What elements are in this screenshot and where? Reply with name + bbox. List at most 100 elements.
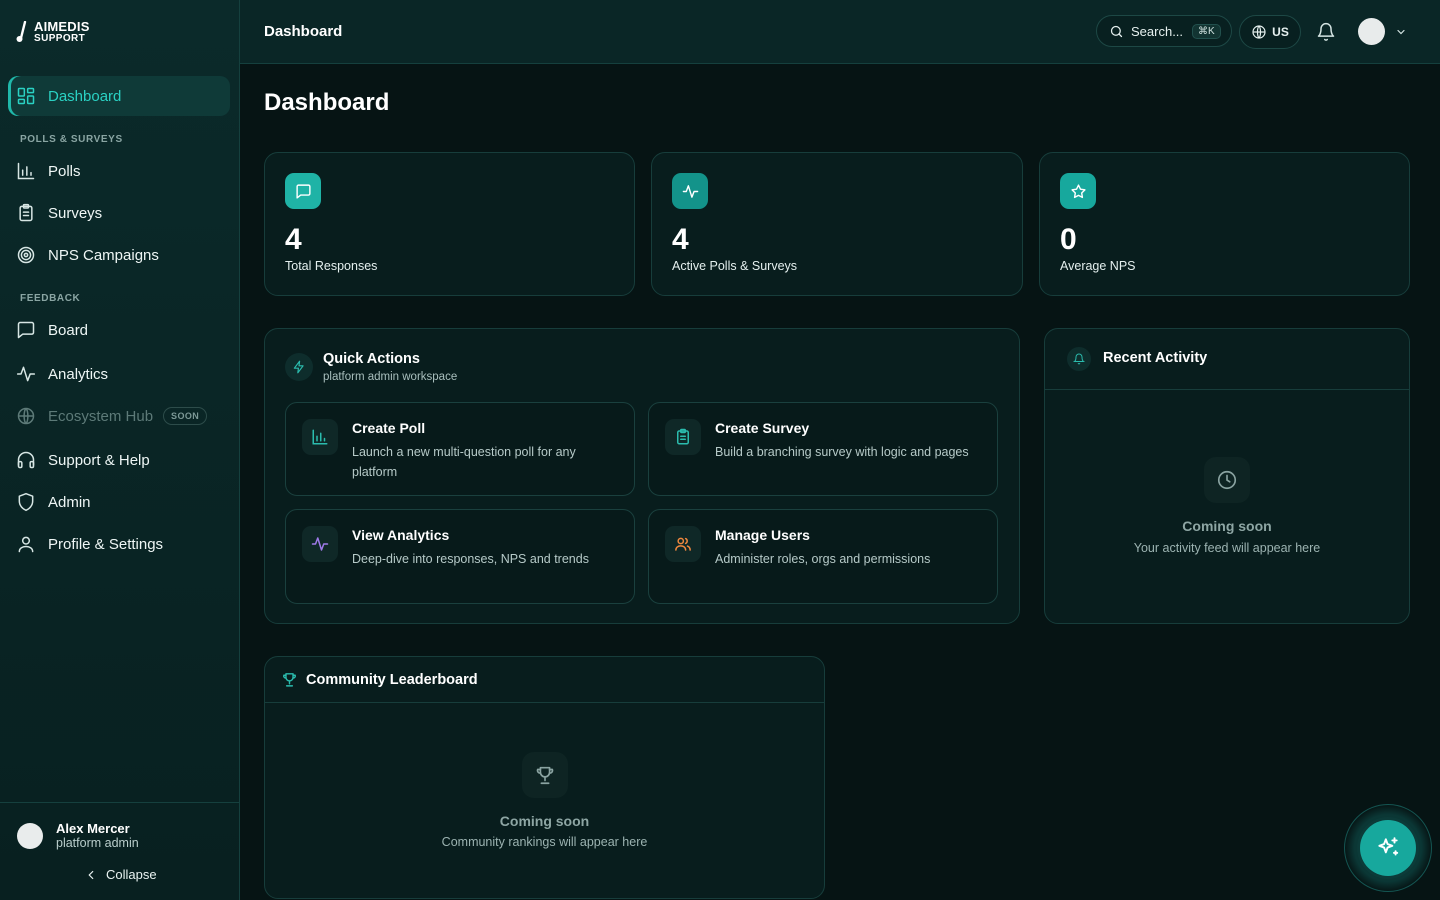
globe-icon [1252, 25, 1266, 39]
zap-icon [293, 360, 304, 374]
trophy-icon [283, 673, 296, 687]
stat-label: Active Polls & Surveys [672, 259, 798, 273]
create-poll-button[interactable]: Create Poll Launch a new multi-question … [285, 402, 635, 496]
quick-actions-title: Quick Actions [323, 351, 420, 367]
action-icon-box [302, 526, 338, 562]
stat-icon-box [285, 173, 321, 209]
empty-state-icon-box [1204, 457, 1250, 503]
language-selector[interactable]: US [1239, 15, 1301, 49]
sidebar-item-label: Polls [48, 162, 81, 180]
sidebar-item-ecosystem-hub[interactable]: Ecosystem Hub SOON [8, 396, 230, 436]
nav-section-polls: POLLS & SURVEYS [20, 134, 123, 145]
soon-badge: SOON [163, 407, 208, 425]
brand-name: AIMEDIS [34, 19, 90, 34]
stat-label: Average NPS [1060, 259, 1136, 273]
action-title: Create Survey [715, 420, 810, 436]
bar-chart-icon [312, 429, 328, 445]
stat-label: Total Responses [285, 259, 378, 273]
search-label: Search... [1131, 23, 1184, 39]
action-title: Create Poll [352, 420, 426, 436]
message-square-icon [295, 183, 311, 199]
view-analytics-button[interactable]: View Analytics Deep-dive into responses,… [285, 509, 635, 604]
action-icon-box [302, 419, 338, 455]
sidebar-item-profile-settings[interactable]: Profile & Settings [8, 524, 230, 564]
bar-chart-icon [17, 162, 35, 180]
action-icon-box [665, 526, 701, 562]
empty-state-title: Coming soon [1182, 518, 1272, 534]
clock-icon [1217, 470, 1237, 490]
activity-icon [16, 366, 36, 382]
manage-users-button[interactable]: Manage Users Administer roles, orgs and … [648, 509, 998, 604]
collapse-button[interactable]: Collapse [84, 867, 157, 882]
ai-assistant-button[interactable] [1360, 820, 1416, 876]
action-description: Build a branching survey with logic and … [715, 445, 969, 459]
search-icon [1110, 25, 1123, 37]
layout-grid-icon [17, 87, 35, 105]
empty-state-subtitle: Your activity feed will appear here [1133, 541, 1321, 555]
sidebar-item-label: Admin [48, 493, 91, 511]
recent-activity-title: Recent Activity [1103, 350, 1208, 366]
sidebar-item-label: Board [48, 321, 89, 339]
sidebar-item-label: NPS Campaigns [48, 246, 159, 264]
language-label: US [1272, 25, 1289, 39]
sidebar-item-analytics[interactable]: Analytics [8, 354, 230, 394]
sidebar-item-dashboard[interactable]: Dashboard [8, 76, 230, 116]
user-role: platform admin [56, 836, 139, 850]
avatar [1358, 18, 1385, 45]
stat-value: 4 [285, 223, 302, 256]
topbar: Dashboard Search... ⌘K US [240, 0, 1440, 64]
users-icon [675, 537, 691, 551]
sidebar-item-support[interactable]: Support & Help [8, 440, 230, 480]
avatar[interactable] [17, 823, 43, 849]
globe-icon [17, 407, 35, 425]
shield-icon [18, 492, 34, 512]
sidebar-item-nps[interactable]: NPS Campaigns [8, 235, 230, 275]
profile-menu-button[interactable] [1358, 18, 1407, 45]
search-shortcut: ⌘K [1192, 23, 1221, 39]
sidebar-item-board[interactable]: Board [8, 310, 230, 350]
nav-section-feedback: FEEDBACK [20, 293, 81, 304]
stat-value: 4 [672, 223, 689, 256]
brand-tagline: SUPPORT [34, 33, 86, 44]
stat-card-active-polls: 4 Active Polls & Surveys [651, 152, 1023, 296]
create-survey-button[interactable]: Create Survey Build a branching survey w… [648, 402, 998, 496]
action-description: Launch a new multi-question poll for any… [352, 445, 576, 479]
leaderboard-header: Community Leaderboard [265, 657, 824, 703]
headphones-icon [17, 451, 35, 469]
empty-state-subtitle: Community rankings will appear here [441, 835, 648, 849]
topbar-title: Dashboard [264, 23, 343, 40]
sidebar-item-surveys[interactable]: Surveys [8, 193, 230, 233]
activity-icon [682, 184, 698, 198]
stat-icon-box [1060, 173, 1096, 209]
clipboard-list-icon [19, 203, 33, 222]
recent-activity-panel: Recent Activity Coming soon Your activit… [1044, 328, 1410, 624]
chevron-left-icon [88, 870, 94, 879]
brand-logo[interactable]: AIMEDIS SUPPORT [16, 20, 90, 44]
logo-mark-icon [16, 21, 27, 42]
sidebar-item-label: Profile & Settings [48, 535, 164, 553]
action-description: Deep-dive into responses, NPS and trends [352, 552, 589, 566]
clipboard-icon [677, 428, 689, 445]
stat-card-average-nps: 0 Average NPS [1039, 152, 1410, 296]
sidebar-footer: Alex Mercer platform admin Collapse [0, 802, 239, 900]
trophy-icon [536, 766, 554, 785]
quick-actions-icon-box [285, 353, 313, 381]
activity-icon [311, 537, 329, 551]
recent-activity-header: Recent Activity [1045, 329, 1409, 390]
sidebar-item-label: Support & Help [48, 451, 150, 469]
star-icon [1070, 183, 1086, 198]
sidebar-item-label: Ecosystem Hub [48, 407, 154, 425]
empty-state-icon-box [522, 752, 568, 798]
bell-icon[interactable] [1316, 22, 1336, 42]
page-title: Dashboard [264, 89, 390, 116]
quick-actions-panel: Quick Actions platform admin workspace C… [264, 328, 1020, 624]
stat-value: 0 [1060, 223, 1077, 256]
message-square-icon [17, 321, 35, 339]
target-icon [17, 246, 35, 264]
sidebar-item-admin[interactable]: Admin [8, 482, 230, 522]
chevron-down-icon [1397, 29, 1405, 34]
collapse-label: Collapse [106, 867, 157, 882]
sidebar-item-polls[interactable]: Polls [8, 151, 230, 191]
action-title: View Analytics [352, 527, 450, 543]
search-button[interactable]: Search... ⌘K [1096, 15, 1232, 47]
